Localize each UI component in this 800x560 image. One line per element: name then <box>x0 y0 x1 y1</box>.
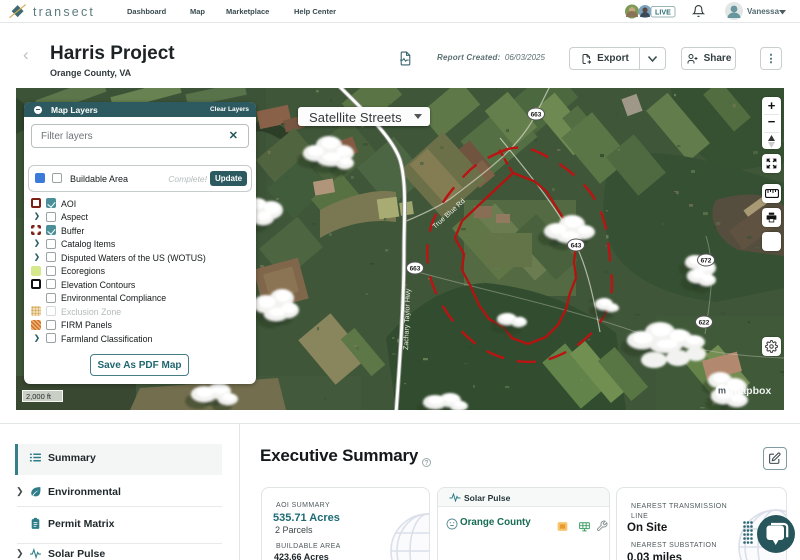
svg-text:663: 663 <box>531 112 542 119</box>
svg-text:622: 622 <box>699 320 710 327</box>
svg-text:m: m <box>718 386 726 396</box>
svg-text:643: 643 <box>571 243 582 250</box>
svg-text:mapbox: mapbox <box>731 385 771 397</box>
svg-text:663: 663 <box>410 266 421 273</box>
svg-text:LIVE: LIVE <box>655 7 671 16</box>
svg-text:672: 672 <box>701 258 712 265</box>
